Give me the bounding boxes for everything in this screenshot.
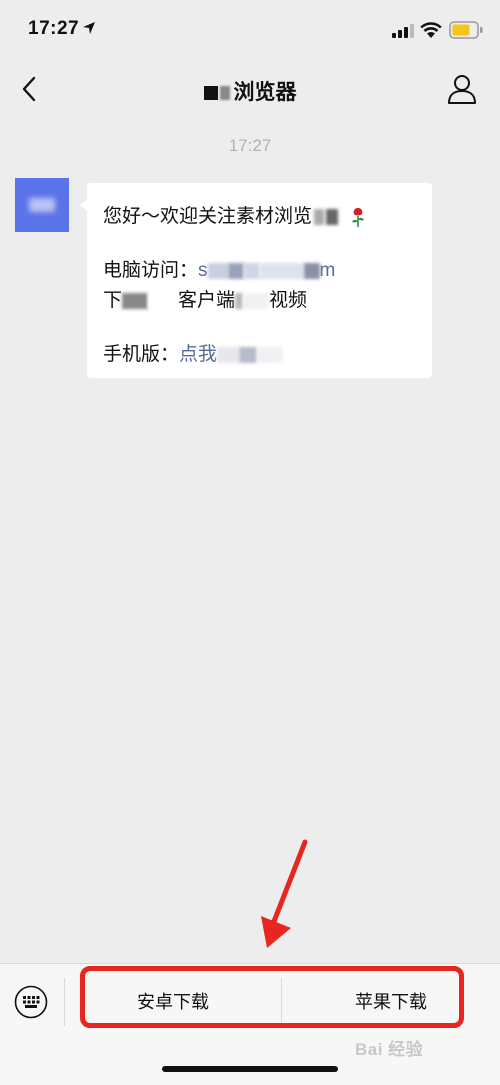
client-text-c: 视频 [269, 290, 308, 311]
cellular-signal-icon [392, 24, 414, 38]
mobile-link[interactable]: 点我 [179, 344, 217, 365]
redacted-mosaic [243, 262, 260, 279]
battery-icon [449, 21, 483, 39]
home-indicator[interactable] [162, 1066, 338, 1072]
chat-title: 浏览器 [0, 76, 500, 106]
client-text-a: 下 [103, 290, 123, 311]
wifi-icon [420, 22, 442, 38]
pc-visit-link-end: m [319, 260, 336, 281]
redacted-mosaic [326, 208, 339, 225]
chat-title-text: 浏览器 [233, 81, 297, 104]
location-arrow-icon [83, 22, 95, 34]
sender-avatar[interactable] [15, 178, 69, 232]
android-download-button[interactable]: 安卓下载 [66, 976, 280, 1028]
pc-visit-label: 电脑访问： [103, 260, 199, 281]
redacted-mosaic [219, 86, 230, 101]
pc-visit-link-start: s [198, 260, 208, 281]
ios-download-button[interactable]: 苹果下载 [282, 976, 500, 1028]
client-text-b: 客户端 [178, 290, 236, 311]
status-time: 17:27 [28, 18, 80, 39]
message-line-pc-visit: 电脑访问：s m [103, 255, 335, 282]
status-bar: 17:27 [0, 0, 500, 60]
keyboard-toggle-icon[interactable] [14, 985, 48, 1019]
redacted-mosaic [257, 346, 284, 363]
message-line-client-download: 下 客户端 视频 [103, 285, 307, 312]
message-line-mobile: 手机版：点我 [103, 339, 284, 366]
message-line-greeting: 您好～欢迎关注素材浏览 [103, 201, 367, 228]
divider [64, 978, 65, 1026]
mobile-label: 手机版： [103, 344, 180, 365]
redacted-mosaic [243, 292, 270, 309]
redacted-mosaic [259, 262, 304, 279]
watermark: Bai 经验 [355, 1040, 424, 1059]
pc-visit-link[interactable]: sm [198, 260, 335, 281]
redacted-mosaic [122, 292, 149, 309]
redacted-mosaic [207, 262, 228, 279]
redacted-mosaic [217, 346, 240, 363]
redacted-mosaic [29, 198, 55, 212]
redacted-mosaic [303, 262, 320, 279]
greeting-text: 您好～欢迎关注素材浏览 [103, 206, 313, 227]
redacted-mosaic [203, 86, 218, 101]
profile-icon[interactable] [446, 72, 478, 106]
redacted-mosaic [314, 208, 325, 225]
rose-emoji-icon [352, 207, 365, 227]
redacted-mosaic [235, 292, 244, 309]
message-bubble[interactable]: 您好～欢迎关注素材浏览 电脑访问：s m 下客户端 视频 手机版：点我 [87, 183, 432, 378]
annotation-arrow-icon [261, 839, 308, 948]
redacted-mosaic [148, 292, 179, 309]
redacted-mosaic [227, 262, 244, 279]
message-timestamp: 17:27 [228, 136, 272, 155]
nav-bar: 浏览器 [0, 60, 500, 118]
redacted-mosaic [239, 346, 258, 363]
